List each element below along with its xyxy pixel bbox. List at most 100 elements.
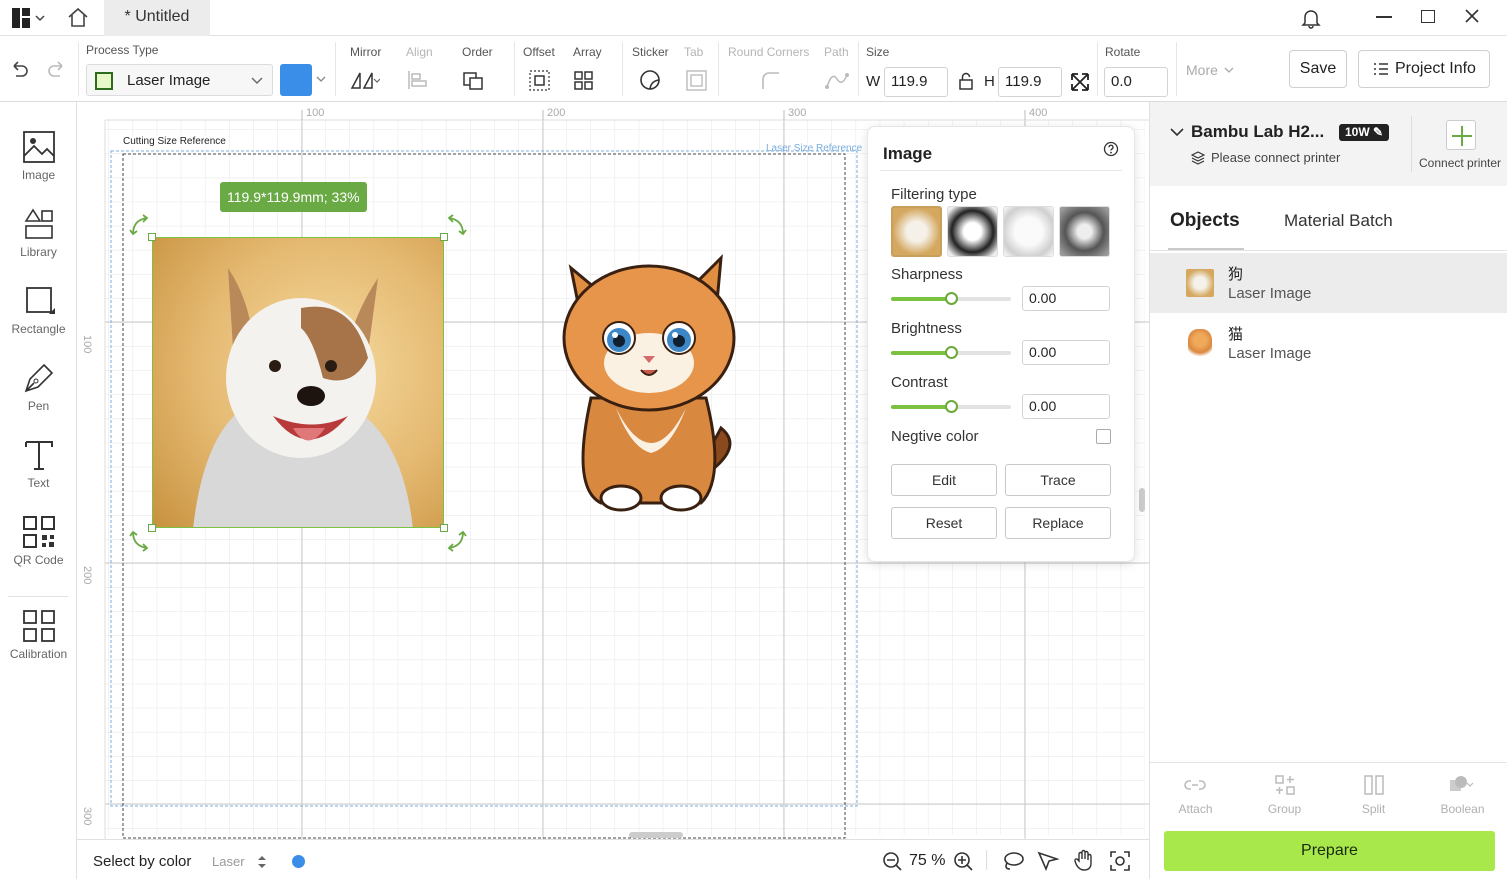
notification-bell-icon[interactable]	[1300, 7, 1322, 34]
text-tool[interactable]: Text	[0, 438, 77, 508]
connect-printer-button[interactable]	[1446, 120, 1476, 150]
tab-label: Tab	[684, 45, 704, 59]
width-input[interactable]: 119.9	[884, 67, 948, 97]
brightness-slider[interactable]	[891, 346, 1011, 359]
library-tool-label: Library	[20, 245, 57, 259]
fit-size-icon[interactable]	[1070, 72, 1090, 92]
lock-icon[interactable]	[958, 72, 974, 90]
contrast-slider[interactable]	[891, 400, 1011, 413]
rotate-handle-tl-icon[interactable]	[129, 214, 153, 238]
hand-pan-icon[interactable]	[1073, 849, 1095, 871]
app-logo-icon[interactable]	[12, 8, 45, 28]
library-tool[interactable]: Library	[0, 207, 77, 277]
sharpness-input[interactable]: 0.00	[1022, 286, 1110, 311]
rotate-input[interactable]: 0.0	[1104, 67, 1168, 97]
printer-collapse-chevron-icon[interactable]	[1170, 127, 1184, 137]
more-menu[interactable]: More	[1186, 62, 1218, 78]
path-icon[interactable]	[822, 68, 852, 92]
width-label: W	[866, 73, 881, 90]
round-corners-icon[interactable]	[756, 68, 786, 92]
contrast-input[interactable]: 0.00	[1022, 394, 1110, 419]
calibration-tool[interactable]: Calibration	[0, 609, 77, 679]
group-icon[interactable]	[1274, 774, 1296, 796]
fit-view-icon[interactable]	[1110, 851, 1130, 871]
horizontal-scrollbar[interactable]	[629, 832, 683, 838]
help-icon[interactable]	[1103, 141, 1119, 157]
align-icon[interactable]	[406, 68, 436, 92]
zoom-out-icon[interactable]	[882, 851, 902, 871]
sharpness-knob[interactable]	[945, 292, 958, 305]
height-label: H	[984, 73, 995, 90]
tab-material-batch[interactable]: Material Batch	[1284, 211, 1393, 231]
qr-code-tool[interactable]: QR Code	[0, 515, 77, 585]
printer-name[interactable]: Bambu Lab H2...	[1191, 122, 1324, 142]
contrast-knob[interactable]	[945, 400, 958, 413]
rotate-handle-br-icon[interactable]	[443, 528, 467, 552]
sticker-icon[interactable]	[636, 68, 666, 92]
mirror-icon[interactable]	[350, 68, 380, 92]
replace-button[interactable]: Replace	[1005, 507, 1111, 539]
ruler-top-100: 100	[306, 107, 325, 119]
filter-original[interactable]	[891, 206, 942, 257]
prepare-button[interactable]: Prepare	[1164, 831, 1495, 871]
mode-select[interactable]: Laser	[212, 854, 245, 869]
attach-icon[interactable]	[1184, 774, 1206, 796]
connect-printer-label: Connect printer	[1419, 156, 1502, 170]
power-badge[interactable]: 10W ✎	[1339, 124, 1390, 141]
group-button[interactable]: Group	[1240, 802, 1329, 816]
save-button[interactable]: Save	[1289, 50, 1347, 88]
right-panel: Bambu Lab H2... 10W ✎ Please connect pri…	[1149, 102, 1507, 879]
rotate-handle-bl-icon[interactable]	[129, 528, 153, 552]
brightness-input[interactable]: 0.00	[1022, 340, 1110, 365]
mode-updown-icon[interactable]	[257, 855, 267, 869]
object-name: 狗	[1228, 266, 1244, 283]
sharpness-slider[interactable]	[891, 292, 1011, 305]
minimize-button[interactable]	[1376, 16, 1392, 18]
brightness-knob[interactable]	[945, 346, 958, 359]
filter-sketch[interactable]	[1003, 206, 1054, 257]
color-dropdown-icon[interactable]	[316, 76, 326, 83]
tab-objects[interactable]: Objects	[1170, 210, 1240, 232]
select-arrow-icon[interactable]	[1037, 851, 1059, 871]
height-input[interactable]: 119.9	[998, 67, 1062, 97]
trace-button[interactable]: Trace	[1005, 464, 1111, 496]
object-row[interactable]: 狗 Laser Image	[1150, 253, 1507, 313]
split-icon[interactable]	[1363, 774, 1385, 796]
color-filter-dot[interactable]	[292, 855, 305, 868]
rotate-handle-tr-icon[interactable]	[443, 214, 467, 238]
boolean-icon[interactable]	[1448, 774, 1474, 796]
redo-icon[interactable]	[46, 58, 68, 85]
edit-button[interactable]: Edit	[891, 464, 997, 496]
pen-tool[interactable]: Pen	[0, 361, 77, 431]
undo-icon[interactable]	[8, 58, 30, 85]
split-button[interactable]: Split	[1329, 802, 1418, 816]
ruler-left-200: 200	[81, 566, 93, 585]
home-icon[interactable]	[66, 6, 90, 33]
lasso-icon[interactable]	[1002, 851, 1024, 871]
reset-button[interactable]: Reset	[891, 507, 997, 539]
offset-icon[interactable]	[525, 68, 555, 92]
object-row[interactable]: 猫 Laser Image	[1150, 313, 1507, 373]
order-icon[interactable]	[462, 68, 492, 92]
rectangle-tool[interactable]: Rectangle	[0, 284, 77, 354]
project-info-button[interactable]: Project Info	[1358, 50, 1490, 88]
dog-image[interactable]	[152, 237, 444, 528]
close-button[interactable]	[1464, 8, 1480, 29]
library-icon	[24, 208, 53, 239]
cat-image[interactable]	[551, 248, 751, 518]
filter-grayscale[interactable]	[1059, 206, 1110, 257]
zoom-in-icon[interactable]	[953, 851, 973, 871]
tab-icon[interactable]	[682, 68, 712, 92]
attach-button[interactable]: Attach	[1151, 802, 1240, 816]
image-tool[interactable]: Image	[0, 130, 77, 200]
sharpness-fill	[891, 297, 951, 301]
vertical-scrollbar[interactable]	[1139, 488, 1145, 512]
color-swatch[interactable]	[280, 64, 312, 96]
maximize-button[interactable]	[1421, 10, 1435, 23]
negative-color-checkbox[interactable]	[1096, 429, 1111, 444]
array-icon[interactable]	[573, 68, 603, 92]
filter-bw[interactable]	[947, 206, 998, 257]
document-tab[interactable]: * Untitled	[104, 0, 210, 36]
boolean-button[interactable]: Boolean	[1418, 802, 1507, 816]
process-type-select[interactable]: Laser Image	[86, 64, 273, 96]
